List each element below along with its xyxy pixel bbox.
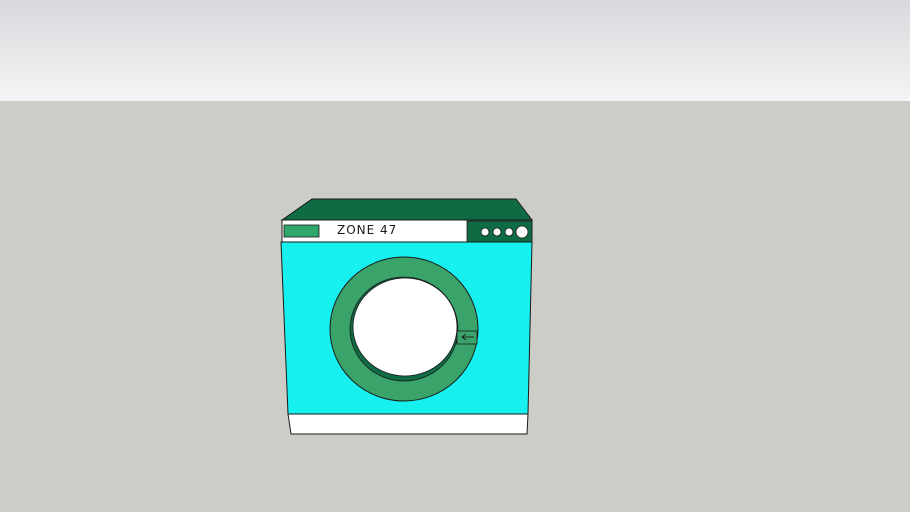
control-knob-1[interactable] xyxy=(480,227,490,237)
sketchup-viewport[interactable]: ZONE 47 xyxy=(0,0,910,512)
door-glass xyxy=(352,277,458,377)
control-knob-large[interactable] xyxy=(515,225,529,239)
washer-base-plinth xyxy=(287,413,529,435)
washing-machine-model[interactable]: ZONE 47 xyxy=(0,0,910,512)
detergent-drawer[interactable] xyxy=(283,224,320,238)
control-knob-3[interactable] xyxy=(504,227,514,237)
brand-label: ZONE 47 xyxy=(337,223,397,237)
washer-top-panel xyxy=(280,198,534,221)
door-handle[interactable] xyxy=(456,330,478,345)
control-knob-2[interactable] xyxy=(492,227,502,237)
